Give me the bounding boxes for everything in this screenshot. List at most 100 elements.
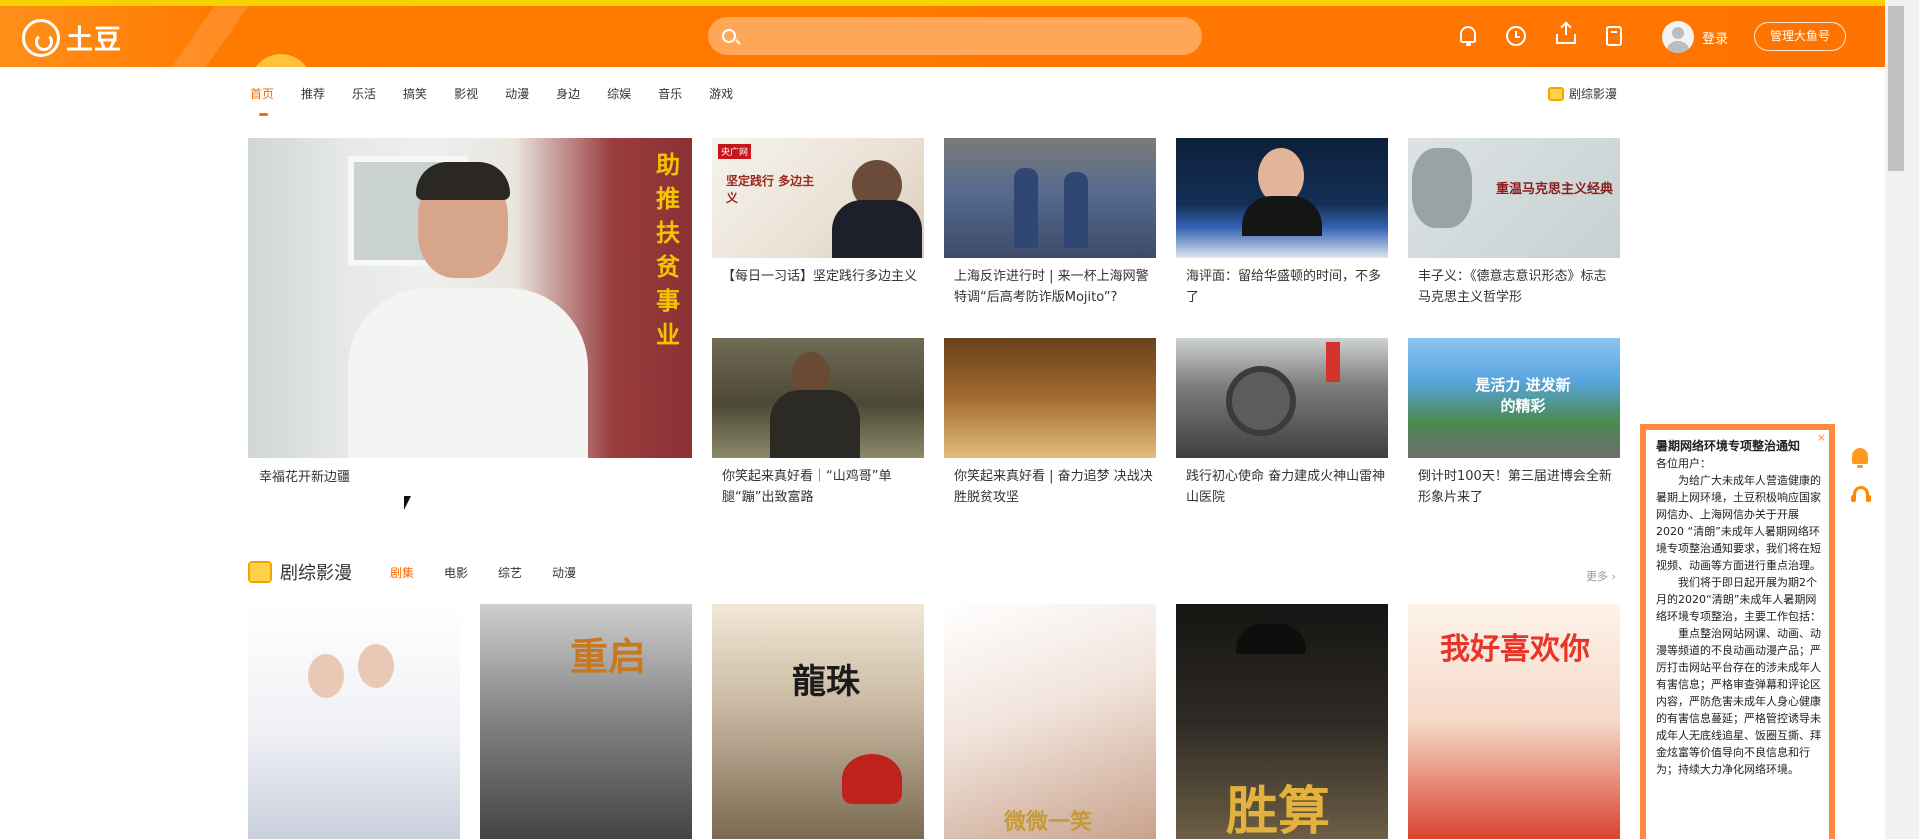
channel-nav: 首页 推荐 乐活 搞笑 影视 动漫 身边 综娱 音乐 游戏 — [250, 85, 760, 116]
upload-icon[interactable] — [1556, 23, 1576, 44]
manage-account-button[interactable]: 管理大鱼号 — [1754, 22, 1846, 51]
thumbnail-figure — [1064, 172, 1088, 248]
thumbnail-overlay-text: 坚定践行 多边主义 — [726, 174, 815, 205]
video-caption[interactable]: 践行初心使命 奋力建成火神山雷神山医院 — [1186, 466, 1386, 508]
hero-video-thumbnail[interactable]: 助推扶贫事业 — [248, 138, 692, 458]
video-caption[interactable]: 你笑起来真好看｜“山鸡哥”单腿“蹦”出致富路 — [722, 466, 922, 508]
thumbnail-cable-reel — [1226, 366, 1296, 436]
poster-title-text: 胜算 — [1226, 782, 1331, 839]
scrollbar-thumb[interactable] — [1888, 6, 1904, 171]
poster-hat — [1236, 624, 1306, 654]
bell-icon[interactable] — [1460, 26, 1476, 46]
notice-popup: × 暑期网络环境专项整治通知 各位用户： 为给广大未成年人营造健康的暑期上网环境… — [1640, 424, 1835, 839]
bell-icon[interactable] — [1852, 448, 1868, 468]
video-caption[interactable]: 上海反诈进行时 | 来一杯上海网警特调“后高考防诈版Mojito”? — [954, 266, 1154, 308]
header-icons — [1458, 23, 1622, 46]
section-header: 剧综影漫 剧集 电影 综艺 动漫 — [248, 559, 606, 585]
nav-item-recommend[interactable]: 推荐 — [301, 85, 325, 102]
video-caption[interactable]: 倒计时100天！第三届进博会全新形象片来了 — [1418, 466, 1618, 508]
thumbnail-person-body — [832, 200, 922, 258]
site-logo[interactable]: 土豆 — [22, 18, 122, 57]
thumbnail-portrait — [1412, 148, 1472, 228]
source-badge: 央广网 — [718, 144, 752, 159]
tab-series[interactable]: 剧集 — [390, 564, 414, 581]
tab-anime[interactable]: 动漫 — [552, 564, 576, 581]
search-bar[interactable] — [708, 17, 1202, 55]
poster-card[interactable]: 胜算 — [1176, 604, 1388, 839]
poster-card[interactable]: 我好喜欢你 — [1408, 604, 1620, 839]
video-thumbnail[interactable]: 央广网 坚定践行 多边主义 — [712, 138, 924, 258]
search-input[interactable] — [746, 28, 1202, 44]
logo-icon — [22, 18, 60, 57]
nav-drama-link[interactable]: 剧综影漫 — [1548, 85, 1617, 102]
poster-card[interactable]: 龍珠 — [712, 604, 924, 839]
avatar[interactable] — [1662, 21, 1694, 53]
hero-person — [348, 288, 588, 458]
video-thumbnail[interactable] — [1176, 138, 1388, 258]
logo-text: 土豆 — [66, 25, 122, 56]
nav-item-film[interactable]: 影视 — [454, 85, 478, 102]
more-link[interactable]: 更多 › — [1586, 568, 1616, 584]
thumbnail-flag — [1326, 342, 1340, 382]
poster-title-text: 重启 — [570, 635, 647, 679]
poster-figure — [308, 654, 344, 698]
close-icon[interactable]: × — [1817, 431, 1826, 444]
user-login[interactable]: 登录 — [1662, 21, 1728, 53]
nav-item-music[interactable]: 音乐 — [658, 85, 682, 102]
video-caption[interactable]: 【每日一习话】坚定践行多边主义 — [722, 266, 922, 287]
video-caption[interactable]: 海评面：留给华盛顿的时间，不多了 — [1186, 266, 1386, 308]
hero-overlay-text: 助推扶贫事业 — [656, 151, 680, 349]
poster-card[interactable]: 微微一笑 — [944, 604, 1156, 839]
thumbnail-overlay-text: 是活力 进发新的精彩 — [1475, 376, 1571, 415]
video-thumbnail[interactable] — [944, 338, 1156, 458]
video-caption[interactable]: 你笑起来真好看 | 奋力追梦 决战决胜脱贫攻坚 — [954, 466, 1154, 508]
nav-drama-label: 剧综影漫 — [1569, 87, 1618, 101]
tv-icon — [248, 561, 272, 583]
nav-item-nearby[interactable]: 身边 — [556, 85, 580, 102]
notice-paragraph: 为给广大未成年人营造健康的暑期上网环境，土豆积极响应国家网信办、上海网信办关于开… — [1656, 474, 1821, 572]
poster-title-text: 微微一笑 — [1004, 810, 1093, 835]
scrollbar[interactable] — [1885, 0, 1919, 839]
poster-figure — [358, 644, 394, 688]
notice-paragraph: 我们将于即日起开展为期2个月的2020“清朗”未成年人暑期网络环境专项整治，主要… — [1656, 576, 1821, 623]
thumbnail-overlay-text: 重温马克思主义经典 — [1496, 182, 1614, 197]
nav-item-entertainment[interactable]: 综娱 — [607, 85, 631, 102]
notice-body: 各位用户： 为给广大未成年人营造健康的暑期上网环境，土豆积极响应国家网信办、上海… — [1656, 455, 1821, 778]
header-decoration-circle — [250, 54, 312, 67]
hero-person-hair — [416, 162, 510, 200]
tab-variety[interactable]: 综艺 — [498, 564, 522, 581]
nav-item-anime[interactable]: 动漫 — [505, 85, 529, 102]
notice-paragraph: 重点整治网站网课、动画、动漫等频道的不良动画动漫产品；严厉打击网站平台存在的涉未… — [1656, 627, 1821, 776]
top-header: 土豆 登录 管理大鱼号 — [0, 6, 1885, 67]
nav-item-games[interactable]: 游戏 — [709, 85, 733, 102]
tab-movies[interactable]: 电影 — [444, 564, 468, 581]
video-thumbnail[interactable]: 重温马克思主义经典 — [1408, 138, 1620, 258]
video-thumbnail[interactable] — [712, 338, 924, 458]
hero-caption[interactable]: 幸福花开新边疆 — [259, 467, 679, 488]
nav-item-lifestyle[interactable]: 乐活 — [352, 85, 376, 102]
video-thumbnail[interactable] — [944, 138, 1156, 258]
nav-item-home[interactable]: 首页 — [250, 85, 274, 116]
headset-icon[interactable] — [1851, 486, 1871, 502]
video-caption[interactable]: 丰子义：《德意志意识形态》标志马克思主义哲学形 — [1418, 266, 1618, 308]
search-icon[interactable] — [722, 29, 736, 43]
notice-title: 暑期网络环境专项整治通知 — [1656, 439, 1801, 453]
header-decoration — [151, 6, 263, 67]
section-title[interactable]: 剧综影漫 — [280, 559, 352, 585]
poster-title-text: 龍珠 — [792, 662, 860, 702]
client-app-icon[interactable] — [1606, 26, 1622, 46]
notice-greeting: 各位用户： — [1656, 457, 1711, 470]
video-thumbnail[interactable]: 是活力 进发新的精彩 — [1408, 338, 1620, 458]
tv-icon — [1548, 86, 1564, 101]
thumbnail-figure — [1014, 168, 1038, 248]
poster-card[interactable]: 重启 — [480, 604, 692, 839]
history-clock-icon[interactable] — [1506, 26, 1526, 46]
poster-hat — [842, 754, 902, 804]
mouse-cursor-icon — [404, 496, 418, 510]
video-thumbnail[interactable] — [1176, 338, 1388, 458]
nav-item-funny[interactable]: 搞笑 — [403, 85, 427, 102]
login-link[interactable]: 登录 — [1702, 28, 1728, 47]
poster-card[interactable] — [248, 604, 460, 839]
thumbnail-person-body — [770, 390, 860, 458]
poster-title-text: 我好喜欢你 — [1440, 632, 1590, 667]
